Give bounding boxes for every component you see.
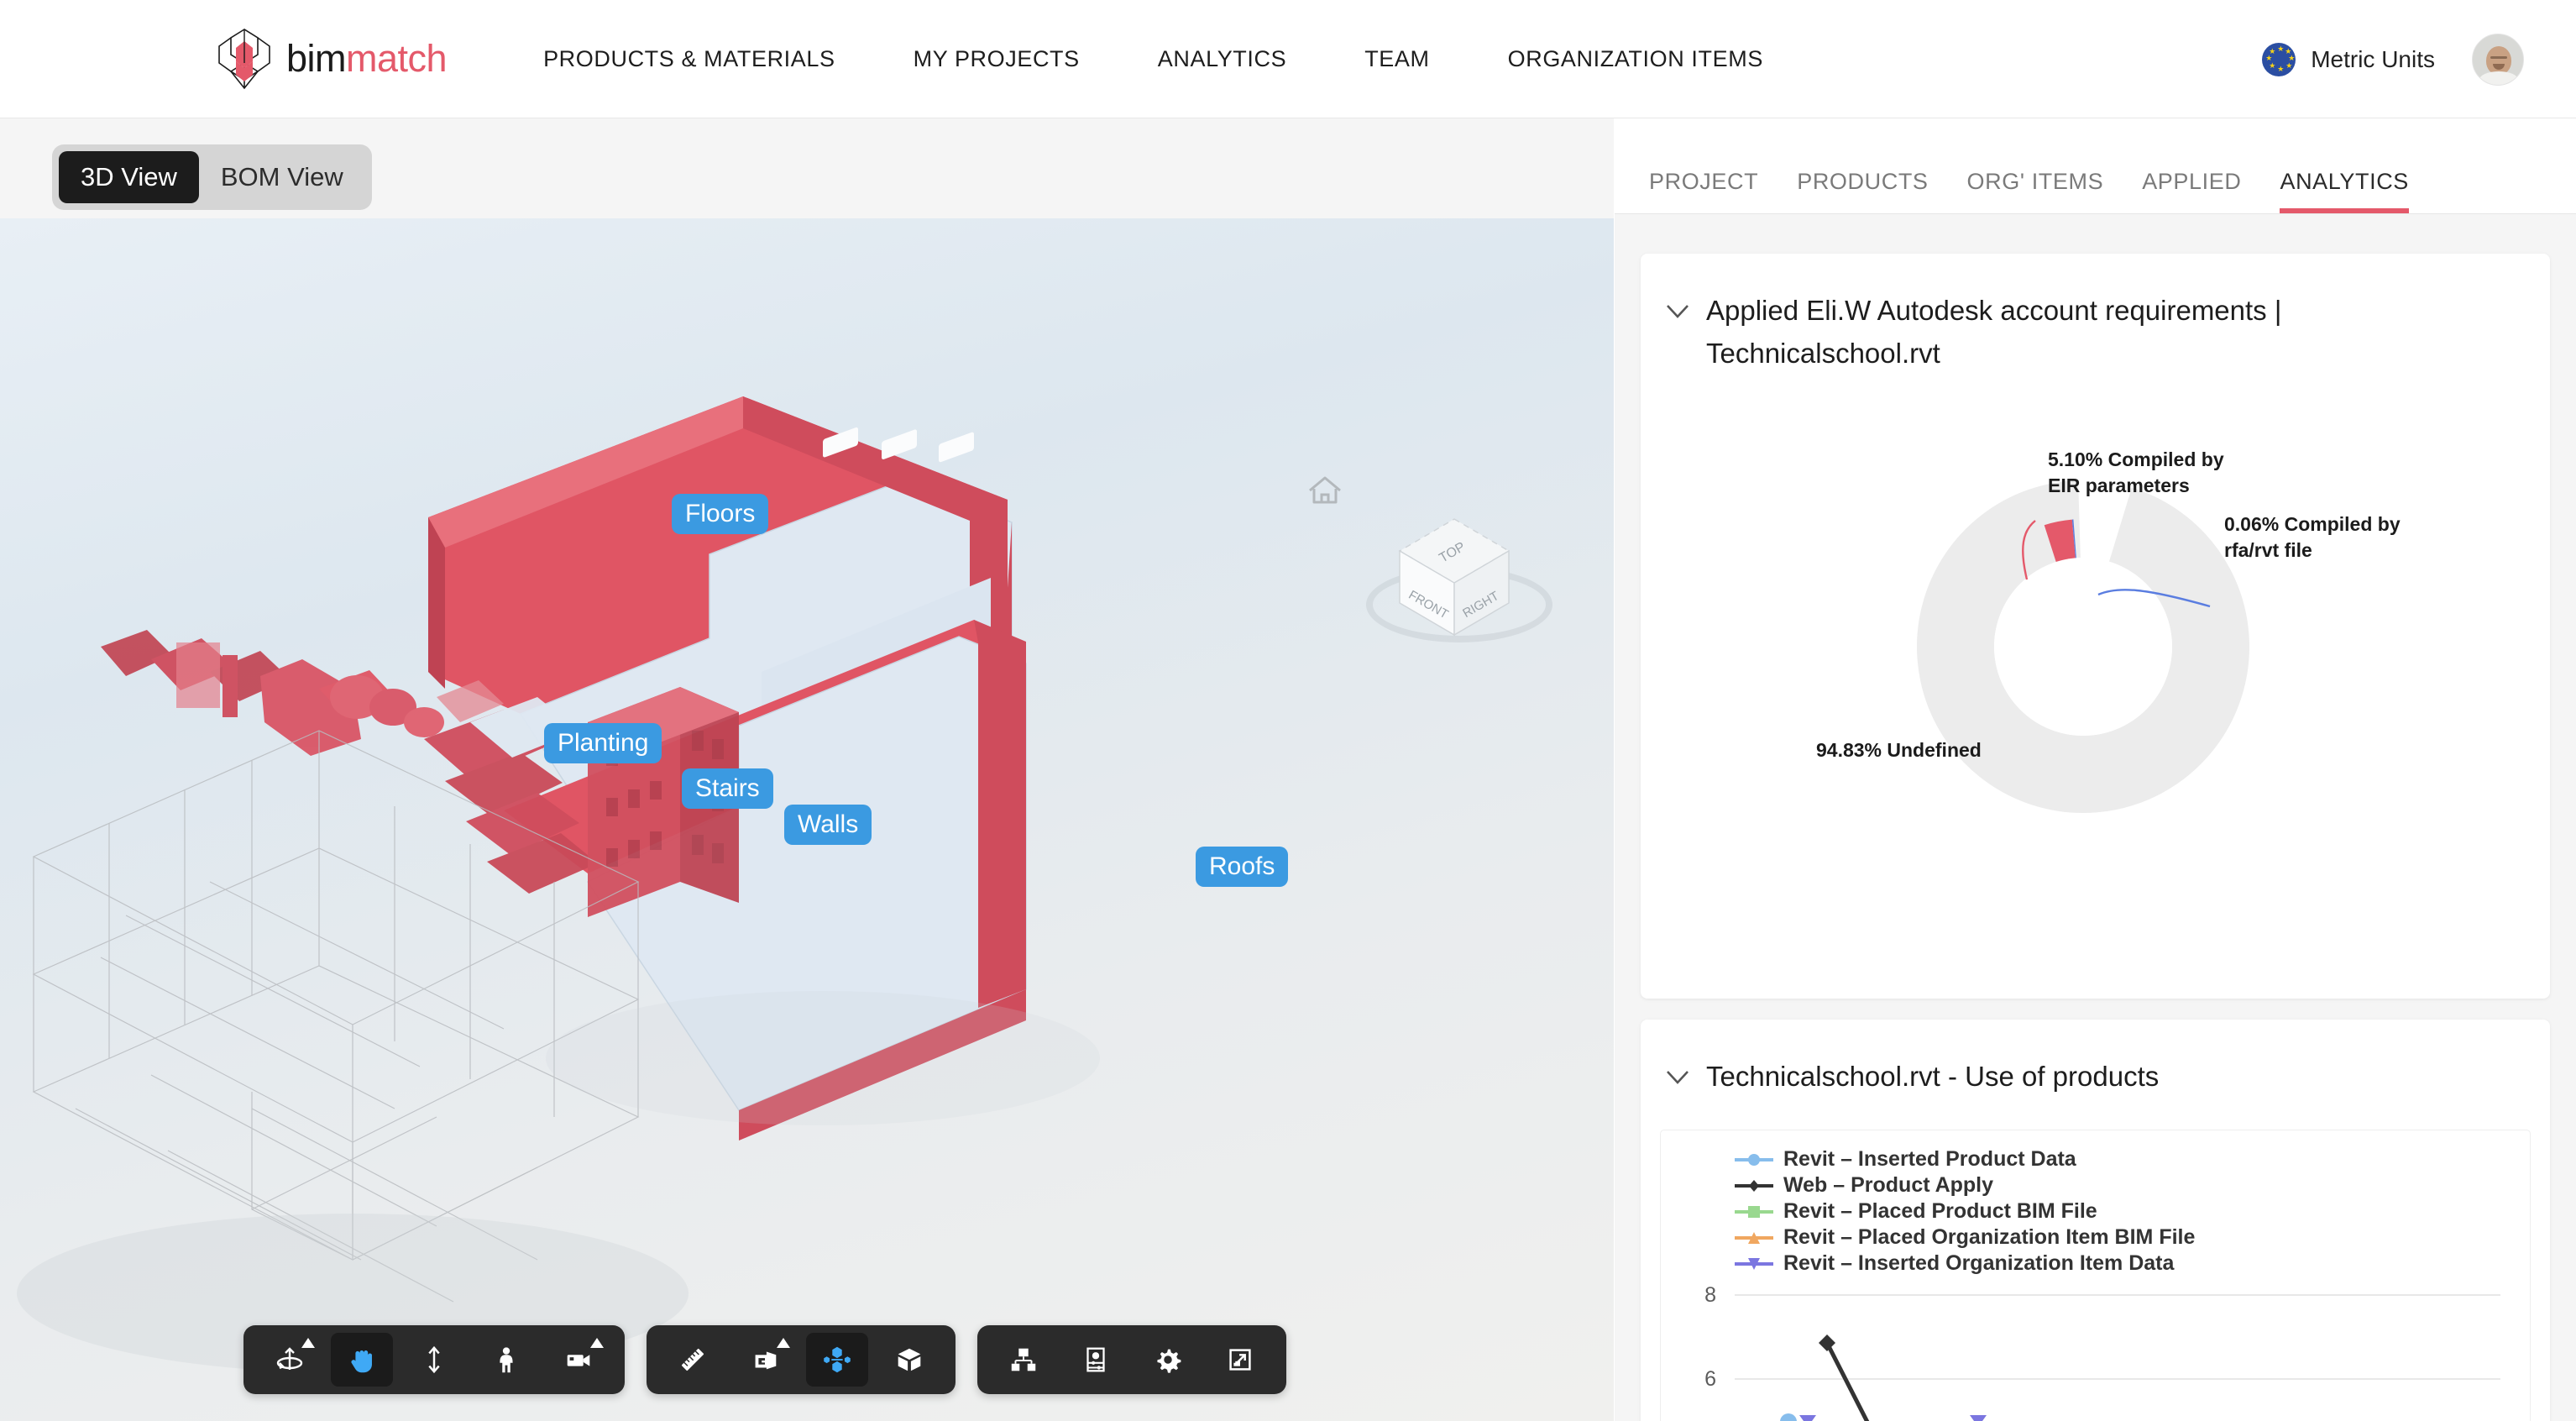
- pan-hand-icon: [346, 1344, 378, 1376]
- camera-icon: [563, 1344, 594, 1376]
- section-tool[interactable]: [734, 1333, 796, 1387]
- home-icon[interactable]: [1306, 474, 1343, 506]
- eu-flag-icon: ★★ ★★ ★★ ★★: [2262, 43, 2296, 76]
- tab-org-items[interactable]: ORG' ITEMS: [1967, 169, 2104, 213]
- requirements-card-header: Applied Eli.W Autodesk account requireme…: [1641, 254, 2550, 375]
- tab-applied[interactable]: APPLIED: [2142, 169, 2241, 213]
- fullscreen-icon: [1224, 1344, 1256, 1376]
- viewer-top-toolbar: 3D View BOM View: [0, 118, 1614, 218]
- brand-name-match: match: [346, 37, 447, 80]
- label-stairs[interactable]: Stairs: [682, 768, 773, 809]
- tab-project[interactable]: PROJECT: [1649, 169, 1758, 213]
- avatar-face: [2486, 46, 2511, 75]
- series-point: [1970, 1415, 1987, 1421]
- label-floors[interactable]: Floors: [672, 494, 768, 534]
- walk-tool[interactable]: [475, 1333, 537, 1387]
- series-point: [1819, 1334, 1835, 1351]
- donut-label-eir: 5.10% Compiled by EIR parameters: [2048, 447, 2224, 499]
- nav-products-materials[interactable]: PRODUCTS & MATERIALS: [543, 46, 835, 72]
- use-of-products-card-header: Technicalschool.rvt - Use of products: [1641, 1020, 2550, 1098]
- explode-tool[interactable]: [806, 1333, 868, 1387]
- series-line-web-product-apply: [1827, 1343, 1894, 1421]
- model-tools: [647, 1325, 956, 1394]
- model-tree-tool[interactable]: [992, 1333, 1055, 1387]
- view-cube[interactable]: TOP FRONT RIGHT: [1391, 512, 1517, 642]
- nav-organization-items[interactable]: ORGANIZATION ITEMS: [1508, 46, 1763, 72]
- model-tree-icon: [1008, 1344, 1039, 1376]
- label-planting[interactable]: Planting: [544, 723, 662, 763]
- properties-tool[interactable]: [1065, 1333, 1127, 1387]
- measure-tool[interactable]: [662, 1333, 724, 1387]
- chart-gridlines: [1735, 1295, 2500, 1421]
- units-label: Metric Units: [2311, 46, 2435, 73]
- zoom-tool[interactable]: [403, 1333, 465, 1387]
- bom-view-button[interactable]: BOM View: [199, 151, 365, 203]
- brand-logo[interactable]: bimmatch: [214, 26, 447, 92]
- bimmatch-cube-logo: [214, 26, 275, 92]
- label-roofs[interactable]: Roofs: [1196, 847, 1288, 887]
- ruler-measure-icon: [677, 1344, 709, 1376]
- avatar-shirt: [2479, 71, 2518, 86]
- chevron-down-icon[interactable]: [1659, 292, 1696, 329]
- use-of-products-card: Technicalschool.rvt - Use of products Re…: [1641, 1020, 2550, 1421]
- requirements-donut-chart: 5.10% Compiled by EIR parameters 0.06% C…: [1641, 380, 2550, 967]
- line-chart-plot: [1661, 1130, 2531, 1421]
- requirements-title-line1: Applied Eli.W Autodesk account requireme…: [1706, 289, 2281, 332]
- fullscreen-tool[interactable]: [1209, 1333, 1271, 1387]
- avatar-brow: [2490, 56, 2507, 59]
- main-navigation: PRODUCTS & MATERIALS MY PROJECTS ANALYTI…: [543, 46, 1763, 72]
- nav-my-projects[interactable]: MY PROJECTS: [914, 46, 1080, 72]
- 3d-canvas[interactable]: TOP FRONT RIGHT Floors Planting Stairs W…: [0, 218, 1614, 1421]
- camera-tool[interactable]: [547, 1333, 610, 1387]
- label-walls[interactable]: Walls: [784, 805, 872, 845]
- requirements-card-title: Applied Eli.W Autodesk account requireme…: [1706, 289, 2281, 375]
- analytics-panel: PROJECT PRODUCTS ORG' ITEMS APPLIED ANAL…: [1615, 118, 2576, 1421]
- nav-analytics[interactable]: ANALYTICS: [1158, 46, 1286, 72]
- viewer-bottom-toolbars: [243, 1325, 1308, 1394]
- nav-team[interactable]: TEAM: [1364, 46, 1429, 72]
- explode-hex-icon: [821, 1344, 853, 1376]
- tab-analytics[interactable]: ANALYTICS: [2280, 169, 2408, 213]
- section-tool-caret[interactable]: [777, 1338, 790, 1348]
- orbit-tool-caret[interactable]: [301, 1338, 315, 1348]
- view-mode-toggle: 3D View BOM View: [52, 144, 372, 210]
- use-of-products-line-chart: Revit – Inserted Product Data Web – Prod…: [1660, 1130, 2531, 1421]
- panel-tab-bar: PROJECT PRODUCTS ORG' ITEMS APPLIED ANAL…: [1615, 118, 2576, 214]
- 3d-view-button[interactable]: 3D View: [59, 151, 199, 203]
- model-cube-tool[interactable]: [878, 1333, 940, 1387]
- gear-icon: [1152, 1344, 1184, 1376]
- requirements-card: Applied Eli.W Autodesk account requireme…: [1641, 254, 2550, 999]
- navigation-tools: [243, 1325, 625, 1394]
- user-avatar[interactable]: [2472, 34, 2524, 86]
- requirements-title-line2: Technicalschool.rvt: [1706, 332, 2281, 375]
- panel-tools: [977, 1325, 1286, 1394]
- model-viewer-pane: 3D View BOM View -2389.99kg CO2e: [0, 118, 1614, 1421]
- donut-label-rfa: 0.06% Compiled by rfa/rvt file: [2224, 511, 2401, 564]
- properties-panel-icon: [1080, 1344, 1112, 1376]
- orbit-tool[interactable]: [259, 1333, 321, 1387]
- pan-tool[interactable]: [331, 1333, 393, 1387]
- zoom-arrows-icon: [418, 1344, 450, 1376]
- brand-wordmark: bimmatch: [286, 37, 447, 81]
- series-point: [1780, 1413, 1797, 1421]
- camera-tool-caret[interactable]: [590, 1338, 604, 1348]
- section-box-icon: [749, 1344, 781, 1376]
- app-header: bimmatch PRODUCTS & MATERIALS MY PROJECT…: [0, 0, 2576, 118]
- donut-label-undefined: 94.83% Undefined: [1816, 737, 1982, 763]
- units-selector[interactable]: ★★ ★★ ★★ ★★ Metric Units: [2262, 43, 2435, 76]
- walk-person-icon: [490, 1344, 522, 1376]
- chevron-down-icon[interactable]: [1659, 1058, 1696, 1095]
- header-right-cluster: ★★ ★★ ★★ ★★ Metric Units: [2262, 0, 2524, 118]
- cube-icon: [893, 1344, 925, 1376]
- use-of-products-card-title: Technicalschool.rvt - Use of products: [1706, 1055, 2159, 1098]
- brand-name-bim: bim: [286, 37, 346, 80]
- tab-products[interactable]: PRODUCTS: [1797, 169, 1928, 213]
- settings-tool[interactable]: [1137, 1333, 1199, 1387]
- series-point: [1799, 1415, 1816, 1421]
